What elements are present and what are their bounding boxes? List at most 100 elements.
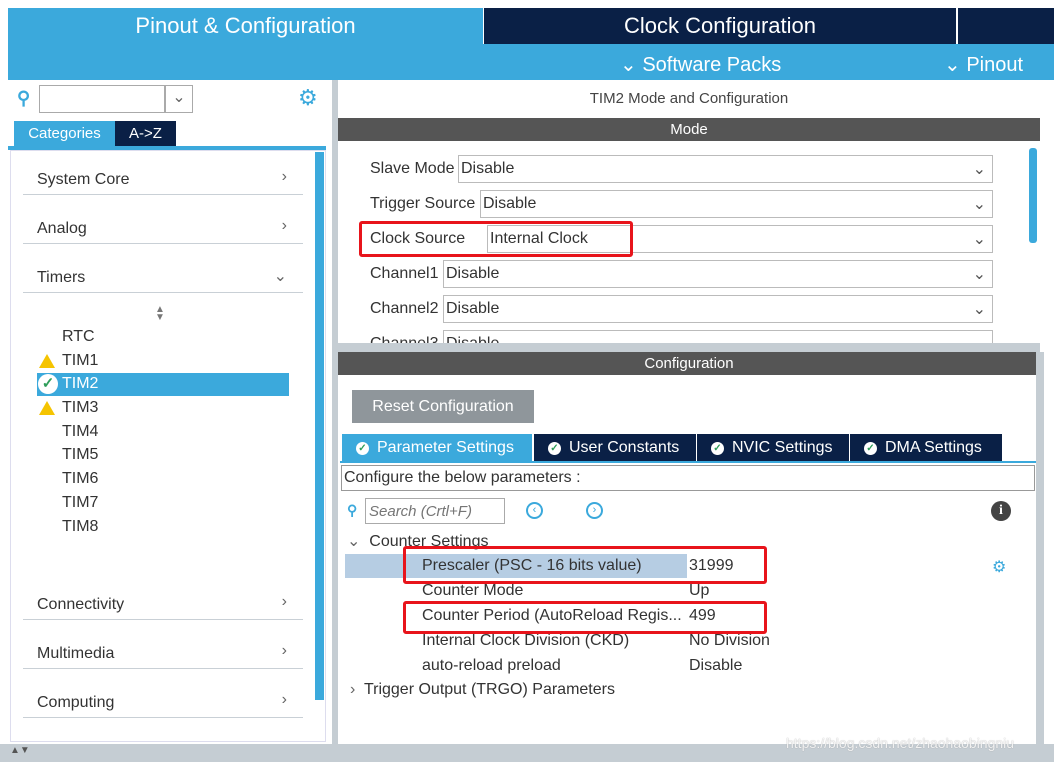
chevron-down-icon: ⌄ bbox=[972, 196, 986, 213]
select-value: Disable bbox=[446, 300, 500, 317]
tab-categories[interactable]: Categories bbox=[14, 121, 115, 147]
software-packs-menu[interactable]: ⌄ Software Packs bbox=[620, 52, 781, 77]
slave-mode-select[interactable]: Disable ⌄ bbox=[458, 155, 993, 183]
pinout-menu[interactable]: ⌄ Pinout bbox=[944, 52, 1023, 77]
group-trigger-output[interactable]: › Trigger Output (TRGO) Parameters bbox=[350, 681, 615, 699]
menu-label: Software Packs bbox=[642, 54, 782, 76]
search-dropdown-button[interactable]: ⌄ bbox=[165, 85, 193, 113]
param-name: auto-reload preload bbox=[422, 657, 561, 674]
configuration-header: Configuration bbox=[338, 352, 1040, 375]
category-system-core[interactable]: System Core › bbox=[23, 165, 303, 195]
watermark: https://blog.csdn.net/zhaohaobingniu bbox=[786, 735, 1015, 751]
tab-a-z[interactable]: A->Z bbox=[115, 121, 176, 147]
sidebar-scrollbar[interactable] bbox=[315, 152, 324, 700]
category-label: System Core bbox=[37, 171, 130, 188]
search-icon: ⚲ bbox=[347, 502, 358, 518]
category-multimedia[interactable]: Multimedia › bbox=[23, 639, 303, 669]
tab-parameter-settings[interactable]: ✓ Parameter Settings bbox=[342, 434, 532, 462]
timer-tim1[interactable]: TIM1 bbox=[37, 350, 289, 373]
field-label: Channel3 bbox=[370, 335, 439, 343]
timer-tim4[interactable]: TIM4 bbox=[37, 421, 289, 444]
section-splitter[interactable] bbox=[338, 343, 1040, 352]
timer-label: TIM2 bbox=[62, 375, 99, 392]
next-icon[interactable]: › bbox=[586, 502, 603, 519]
chevron-down-icon: ⌄ bbox=[972, 231, 986, 248]
category-label: Analog bbox=[37, 220, 87, 237]
field-label: Channel1 bbox=[370, 265, 439, 282]
category-label: Timers bbox=[37, 269, 86, 286]
search-icon: ⚲ bbox=[17, 88, 31, 108]
highlight-box bbox=[359, 221, 633, 257]
category-analog[interactable]: Analog › bbox=[23, 214, 303, 244]
chevron-right-icon: › bbox=[281, 217, 287, 234]
field-label: Trigger Source bbox=[370, 195, 476, 212]
param-name: Counter Mode bbox=[422, 582, 524, 599]
timer-label: RTC bbox=[62, 328, 95, 345]
group-label: Trigger Output (TRGO) Parameters bbox=[363, 681, 615, 698]
gear-icon[interactable]: ⚙ bbox=[992, 557, 1006, 577]
timer-tim2[interactable]: ✓ TIM2 bbox=[37, 373, 289, 396]
configure-hint: Configure the below parameters : bbox=[341, 465, 1035, 491]
select-value: Disable bbox=[446, 335, 499, 343]
tab-nvic-settings[interactable]: ✓ NVIC Settings bbox=[697, 434, 849, 462]
timer-tim6[interactable]: TIM6 bbox=[37, 468, 289, 491]
select-value: Disable bbox=[446, 265, 500, 282]
check-circle-icon: ✓ bbox=[711, 442, 724, 455]
category-search-input[interactable] bbox=[39, 85, 165, 113]
chevron-down-icon: ⌄ bbox=[273, 268, 287, 285]
collapse-icon[interactable]: ▲▼ bbox=[10, 745, 30, 756]
param-row-auto-reload-preload[interactable]: auto-reload preload Disable bbox=[345, 654, 1025, 678]
chevron-down-icon: ⌄ bbox=[347, 533, 361, 550]
check-circle-icon: ✓ bbox=[548, 442, 561, 455]
sort-icon[interactable]: ▲ ▼ bbox=[155, 305, 165, 323]
timer-tim3[interactable]: TIM3 bbox=[37, 397, 289, 420]
timer-label: TIM1 bbox=[62, 352, 99, 369]
reset-configuration-button[interactable]: Reset Configuration bbox=[352, 390, 534, 423]
chevron-right-icon: › bbox=[281, 168, 287, 185]
previous-icon[interactable]: ‹ bbox=[526, 502, 543, 519]
warning-icon bbox=[39, 354, 55, 368]
timer-tim5[interactable]: TIM5 bbox=[37, 444, 289, 467]
select-value: Disable bbox=[461, 160, 515, 177]
menu-bar: ⌄ Software Packs ⌄ Pinout bbox=[8, 44, 1054, 80]
category-label: Computing bbox=[37, 694, 115, 711]
mode-scrollbar[interactable] bbox=[1029, 148, 1037, 243]
timer-tim8[interactable]: TIM8 bbox=[37, 516, 289, 539]
channel1-select[interactable]: Disable ⌄ bbox=[443, 260, 993, 288]
category-timers[interactable]: Timers ⌄ bbox=[23, 263, 303, 293]
timer-tim7[interactable]: TIM7 bbox=[37, 492, 289, 515]
chevron-right-icon: › bbox=[281, 691, 287, 708]
parameter-search-input[interactable] bbox=[365, 498, 505, 524]
tab-more[interactable] bbox=[958, 8, 1054, 44]
check-circle-icon: ✓ bbox=[38, 374, 58, 394]
tab-dma-settings[interactable]: ✓ DMA Settings bbox=[850, 434, 1002, 462]
trigger-source-select[interactable]: Disable ⌄ bbox=[480, 190, 993, 218]
timer-rtc[interactable]: RTC bbox=[37, 326, 289, 349]
tab-user-constants[interactable]: ✓ User Constants bbox=[534, 434, 696, 462]
chevron-right-icon: › bbox=[350, 681, 356, 698]
tab-label: User Constants bbox=[569, 439, 680, 456]
tab-pinout-configuration[interactable]: Pinout & Configuration bbox=[8, 8, 483, 44]
param-name: Internal Clock Division (CKD) bbox=[422, 632, 630, 649]
info-icon[interactable]: i bbox=[991, 501, 1011, 521]
channel3-select[interactable]: Disable bbox=[443, 330, 993, 343]
chevron-down-icon: ⌄ bbox=[972, 266, 986, 283]
timer-label: TIM4 bbox=[62, 423, 99, 440]
chevron-right-icon: › bbox=[281, 642, 287, 659]
category-connectivity[interactable]: Connectivity › bbox=[23, 590, 303, 620]
tab-label: NVIC Settings bbox=[732, 439, 833, 456]
param-value[interactable]: Disable bbox=[689, 657, 742, 675]
channel2-select[interactable]: Disable ⌄ bbox=[443, 295, 993, 323]
config-scrollbar-track[interactable] bbox=[1036, 352, 1044, 745]
gear-icon[interactable]: ⚙ bbox=[298, 85, 318, 111]
tab-clock-configuration[interactable]: Clock Configuration bbox=[484, 8, 956, 44]
timer-label: TIM7 bbox=[62, 494, 99, 511]
chevron-right-icon: › bbox=[281, 593, 287, 610]
tab-label: Parameter Settings bbox=[377, 439, 514, 456]
category-computing[interactable]: Computing › bbox=[23, 688, 303, 718]
param-value[interactable]: No Division bbox=[689, 632, 770, 650]
param-value[interactable]: Up bbox=[689, 582, 709, 600]
warning-icon bbox=[39, 401, 55, 415]
chevron-down-icon: ⌄ bbox=[620, 54, 637, 76]
highlight-box bbox=[403, 601, 767, 634]
